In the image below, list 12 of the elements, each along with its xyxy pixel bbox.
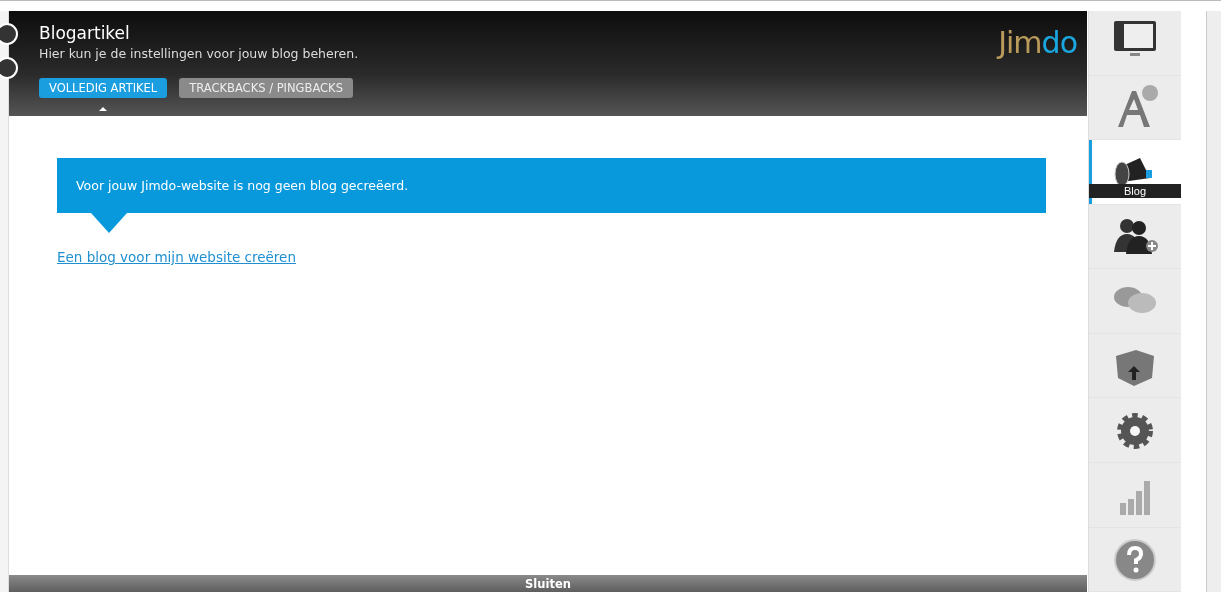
sidebar-item[interactable] <box>1089 11 1181 76</box>
sidebar-item[interactable]: Blog <box>1089 140 1181 205</box>
create-blog-link[interactable]: Een blog voor mijn website creëren <box>57 249 296 265</box>
logo: Jimdo <box>998 24 1077 61</box>
panel-title: Blogartikel <box>39 23 131 43</box>
panel-subtitle: Hier kun je de instellingen voor jouw blog beheren. <box>39 46 359 61</box>
banner-pointer <box>91 213 127 233</box>
sidebar-item[interactable] <box>1089 204 1181 270</box>
close-button[interactable]: Sluiten <box>519 575 577 592</box>
scrollbar[interactable] <box>1206 11 1221 592</box>
sidebar-item[interactable] <box>1089 398 1181 463</box>
tab[interactable]: TRACKBACKS / PINGBACKS <box>179 78 353 98</box>
